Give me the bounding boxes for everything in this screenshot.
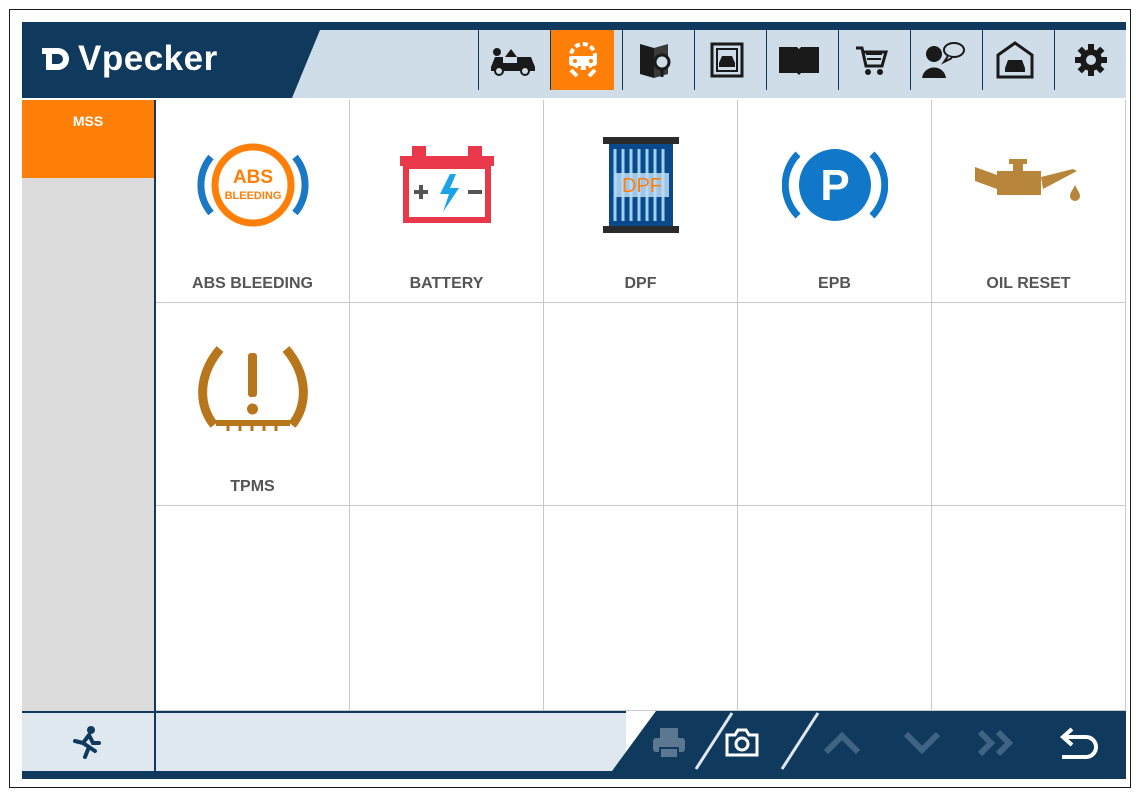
toolbar-garage-button[interactable]: [982, 30, 1046, 90]
sidebar: MSS: [22, 100, 154, 711]
sidebar-item-mss[interactable]: MSS: [22, 100, 154, 178]
empty-tile: [350, 506, 544, 711]
empty-tile: [738, 303, 932, 506]
function-label: EPB: [818, 275, 851, 292]
toolbar-special-function-button[interactable]: [550, 30, 614, 90]
function-tile-epb[interactable]: P EPB: [738, 100, 932, 303]
function-label: TPMS: [230, 478, 275, 495]
toolbar-user-feedback-button[interactable]: [910, 30, 974, 90]
exit-run-icon: [73, 726, 101, 759]
empty-tile: [156, 506, 350, 711]
function-label: DPF: [624, 275, 657, 292]
screenshot-camera-button[interactable]: [718, 721, 766, 765]
epb-parking-brake-icon: P: [781, 149, 888, 221]
print-icon: [653, 728, 685, 759]
abs-icon-subtext: BLEEDING: [224, 190, 281, 202]
footer-exit-area: [22, 711, 154, 771]
epb-icon-text: P: [820, 161, 849, 210]
battery-icon: [399, 146, 494, 223]
tpms-tire-icon: [197, 346, 308, 431]
brand-logo: Vpecker: [22, 22, 320, 98]
dpf-icon: DPF: [602, 137, 679, 233]
abs-icon-text: ABS: [232, 167, 272, 188]
toolbar-report-search-button[interactable]: [622, 30, 686, 90]
special-function-icon: [568, 42, 597, 78]
back-button[interactable]: [1054, 721, 1102, 765]
empty-tile: [350, 303, 544, 506]
function-label: BATTERY: [409, 275, 484, 292]
toolbar-shop-cart-button[interactable]: [838, 30, 902, 90]
footer-info-bar: [156, 711, 626, 771]
fast-forward-icon: [977, 729, 1014, 757]
page-down-button[interactable]: [898, 721, 946, 765]
function-tile-battery[interactable]: BATTERY: [350, 100, 544, 303]
top-header: Vpecker: [22, 22, 1126, 98]
function-tile-tpms[interactable]: TPMS: [156, 303, 350, 506]
fast-forward-button[interactable]: [974, 721, 1022, 765]
brand-name: Vpecker: [78, 39, 218, 78]
toolbar-manual-book-button[interactable]: [766, 30, 830, 90]
function-grid: ABS BLEEDING ABS BLEEDING BATTERY DPF DP…: [156, 100, 1126, 711]
garage-icon: [996, 41, 1033, 79]
function-label: OIL RESET: [986, 275, 1071, 292]
bottom-strip: [22, 771, 1126, 779]
vpecker-logo-icon: [42, 48, 69, 70]
function-label: ABS BLEEDING: [192, 275, 313, 292]
empty-tile: [932, 303, 1126, 506]
sidebar-item-label: MSS: [72, 113, 104, 129]
car-diagnosis-icon: [490, 48, 535, 76]
empty-tile: [544, 506, 738, 711]
function-tile-dpf[interactable]: DPF DPF: [544, 100, 738, 303]
shop-cart-icon: [855, 46, 888, 75]
dpf-icon-text: DPF: [622, 175, 662, 197]
toolbar-data-playback-button[interactable]: [694, 30, 758, 90]
empty-tile: [932, 506, 1126, 711]
function-tile-oil-reset[interactable]: OIL RESET: [932, 100, 1126, 303]
function-tile-abs-bleeding[interactable]: ABS BLEEDING ABS BLEEDING: [156, 100, 350, 303]
empty-tile: [738, 506, 932, 711]
page-down-icon: [903, 731, 941, 755]
print-button[interactable]: [645, 721, 693, 765]
camera-icon: [725, 728, 759, 757]
settings-gear-icon: [1074, 44, 1107, 76]
report-search-icon: [639, 44, 670, 78]
oil-can-icon: [974, 159, 1080, 201]
toolbar-settings-button[interactable]: [1054, 30, 1126, 90]
exit-button[interactable]: [71, 725, 105, 759]
bottom-toolbar: [22, 711, 1126, 771]
data-playback-icon: [710, 42, 743, 78]
user-feedback-icon: [921, 42, 965, 78]
back-icon: [1059, 727, 1098, 759]
page-up-icon: [823, 731, 861, 755]
manual-book-icon: [778, 47, 819, 75]
abs-bleeding-icon: ABS BLEEDING: [197, 143, 308, 227]
toolbar-car-diagnosis-button[interactable]: [478, 30, 542, 90]
empty-tile: [544, 303, 738, 506]
page-up-button[interactable]: [818, 721, 866, 765]
